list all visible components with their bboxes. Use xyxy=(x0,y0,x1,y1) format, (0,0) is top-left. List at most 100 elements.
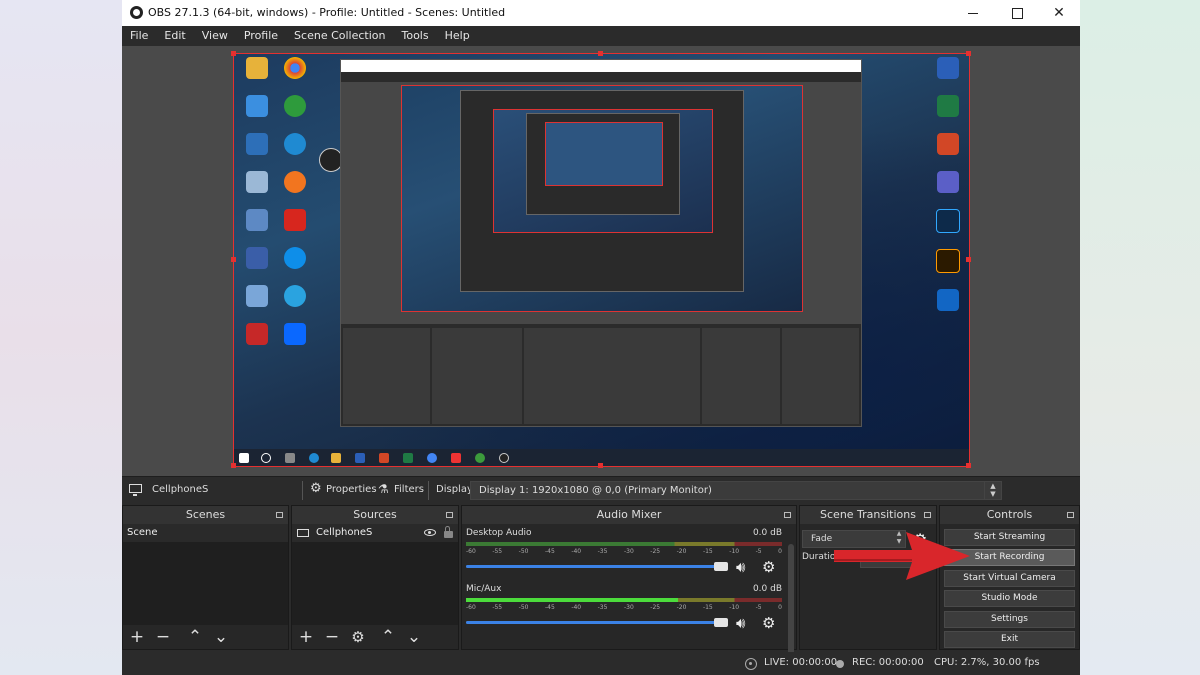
meter-tick-label: -15 xyxy=(702,548,713,555)
cpu-status: CPU: 2.7%, 30.00 fps xyxy=(934,657,1040,668)
volume-slider[interactable] xyxy=(466,565,728,568)
audio-mixer-title: Audio Mixer xyxy=(462,506,796,524)
undock-icon[interactable] xyxy=(1067,512,1074,518)
chrome-icon xyxy=(273,57,317,91)
maximize-button[interactable] xyxy=(996,0,1038,26)
move-scene-up-button[interactable]: ⌃ xyxy=(187,628,203,646)
source-item[interactable]: CellphoneS xyxy=(292,524,458,542)
sources-footer: + − ⚙ ⌃ ⌄ xyxy=(292,625,458,649)
minimize-button[interactable] xyxy=(952,0,994,26)
desktop-icons-left-2 xyxy=(273,57,317,357)
gear-icon[interactable]: ⚙ xyxy=(762,560,775,575)
undock-icon[interactable] xyxy=(276,512,283,518)
menu-help[interactable]: Help xyxy=(437,26,478,46)
status-bar: LIVE: 00:00:00 REC: 00:00:00 CPU: 2.7%, … xyxy=(122,652,1080,675)
meter-tick-label: -45 xyxy=(544,548,555,555)
outlook-icon xyxy=(926,289,970,323)
toolbar-divider xyxy=(302,481,303,500)
level-meter-fill xyxy=(466,598,678,602)
channel-name: Desktop Audio xyxy=(466,528,532,538)
add-source-button[interactable]: + xyxy=(298,628,314,646)
undock-icon[interactable] xyxy=(784,512,791,518)
resize-handle[interactable] xyxy=(598,51,603,56)
meter-tick-label: -5 xyxy=(755,604,762,611)
settings-button[interactable]: Settings xyxy=(944,611,1075,628)
gear-icon[interactable]: ⚙ xyxy=(762,616,775,631)
resize-handle[interactable] xyxy=(231,463,236,468)
menu-file[interactable]: File xyxy=(122,26,156,46)
resize-handle[interactable] xyxy=(966,257,971,262)
scene-item[interactable]: Scene xyxy=(123,524,288,542)
gear-icon: ⚙ xyxy=(310,481,322,496)
add-scene-button[interactable]: + xyxy=(129,628,145,646)
app-icon xyxy=(451,453,461,463)
eye-icon[interactable] xyxy=(424,529,436,536)
obs-window: OBS 27.1.3 (64-bit, windows) - Profile: … xyxy=(122,0,1080,675)
exit-button[interactable]: Exit xyxy=(944,631,1075,648)
lock-icon[interactable] xyxy=(444,526,453,538)
nested-transitions-dock xyxy=(702,328,780,424)
resize-handle[interactable] xyxy=(966,463,971,468)
remove-source-button[interactable]: − xyxy=(324,628,340,646)
toolbar-divider xyxy=(428,481,429,500)
display-select-arrows[interactable]: ▲ ▼ xyxy=(984,481,1002,500)
preview-area[interactable] xyxy=(122,46,1080,476)
source-toolbar: CellphoneS ⚙ Properties ⚗ Filters Displa… xyxy=(122,476,1080,504)
resize-handle[interactable] xyxy=(598,463,603,468)
speaker-icon[interactable]: 🔊︎ xyxy=(736,560,745,575)
task-view-icon xyxy=(285,453,295,463)
teamviewer-icon xyxy=(273,247,317,281)
close-button[interactable]: ✕ xyxy=(1038,0,1080,26)
maximize-icon xyxy=(1011,7,1023,19)
properties-button[interactable]: Properties xyxy=(326,484,377,495)
menu-profile[interactable]: Profile xyxy=(236,26,286,46)
filters-button[interactable]: Filters xyxy=(394,484,424,495)
source-properties-button[interactable]: ⚙ xyxy=(350,628,366,646)
menu-scene-collection[interactable]: Scene Collection xyxy=(286,26,393,46)
resize-handle[interactable] xyxy=(231,257,236,262)
display-select-value: Display 1: 1920x1080 @ 0,0 (Primary Moni… xyxy=(479,485,712,496)
resize-handle[interactable] xyxy=(231,51,236,56)
monitor-icon xyxy=(297,529,309,537)
level-meter xyxy=(466,598,782,602)
menu-edit[interactable]: Edit xyxy=(156,26,193,46)
move-scene-down-button[interactable]: ⌄ xyxy=(213,628,229,646)
display-select[interactable]: Display 1: 1920x1080 @ 0,0 (Primary Moni… xyxy=(470,481,985,500)
level-meter xyxy=(466,542,782,546)
studio-mode-button[interactable]: Studio Mode xyxy=(944,590,1075,607)
nested-preview-capture-2 xyxy=(493,109,713,233)
meter-tick-label: -5 xyxy=(755,548,762,555)
meter-tick-label: 0 xyxy=(778,604,782,611)
edge-icon xyxy=(309,453,319,463)
nested-title-bar xyxy=(341,60,861,72)
word-icon xyxy=(926,57,970,91)
nested-mixer-dock xyxy=(523,328,701,424)
remove-scene-button[interactable]: − xyxy=(155,628,171,646)
scenes-dock: Scenes Scene + − ⌃ ⌄ xyxy=(122,505,289,650)
volume-slider-handle[interactable] xyxy=(714,562,728,571)
app-icon xyxy=(475,453,485,463)
undock-icon[interactable] xyxy=(446,512,453,518)
powerpoint-icon xyxy=(926,133,970,167)
meter-tick-label: -20 xyxy=(676,548,687,555)
excel-icon xyxy=(403,453,413,463)
powerpoint-icon xyxy=(379,453,389,463)
volume-slider[interactable] xyxy=(466,621,728,624)
photoshop-icon xyxy=(926,209,970,245)
channel-db: 0.0 dB xyxy=(752,528,782,538)
meter-tick-label: -20 xyxy=(676,604,687,611)
volume-slider-handle[interactable] xyxy=(714,618,728,627)
menu-tools[interactable]: Tools xyxy=(394,26,437,46)
speaker-icon[interactable]: 🔊︎ xyxy=(736,616,745,631)
move-source-down-button[interactable]: ⌄ xyxy=(406,628,422,646)
menu-view[interactable]: View xyxy=(194,26,236,46)
zalo-icon xyxy=(273,323,317,357)
background-right xyxy=(1080,0,1200,675)
resize-handle[interactable] xyxy=(966,51,971,56)
scenes-dock-title: Scenes xyxy=(123,506,288,524)
illustrator-icon xyxy=(926,249,970,285)
move-source-up-button[interactable]: ⌃ xyxy=(380,628,396,646)
mixer-scrollbar[interactable] xyxy=(788,544,794,664)
minimize-icon xyxy=(968,12,978,14)
obs-logo-icon xyxy=(130,6,143,19)
